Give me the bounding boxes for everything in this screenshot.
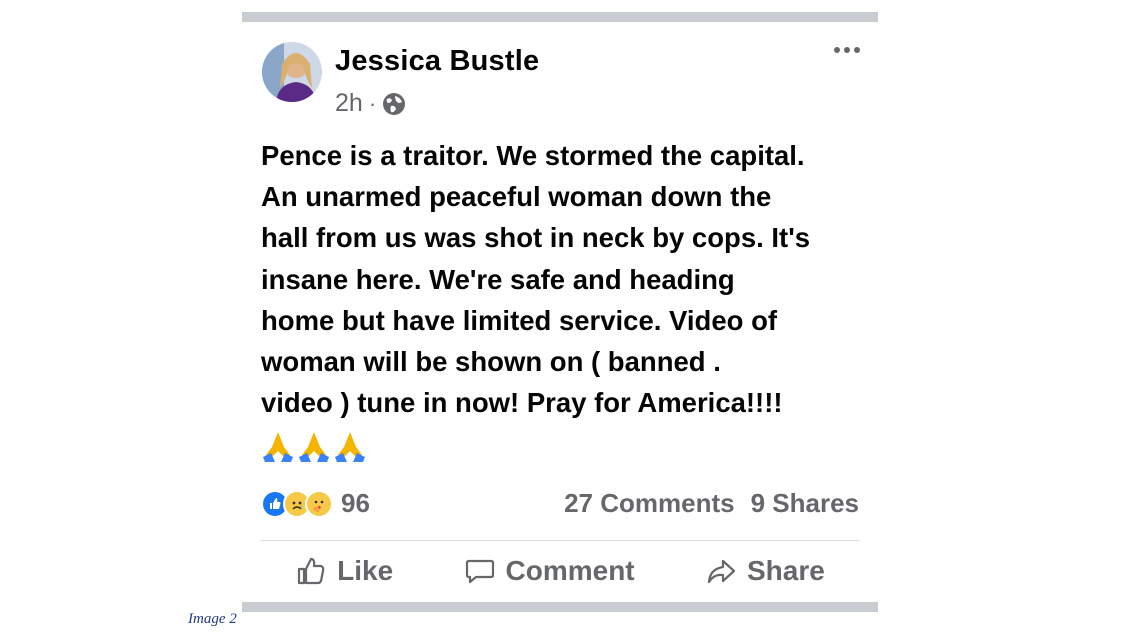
share-button[interactable]: Share	[705, 555, 825, 587]
comment-button[interactable]: Comment	[464, 555, 635, 587]
comments-count[interactable]: 27 Comments	[564, 488, 735, 519]
shares-count[interactable]: 9 Shares	[751, 488, 859, 519]
author-name[interactable]: Jessica Bustle	[335, 45, 539, 78]
image-caption: Image 2	[188, 611, 237, 627]
like-label: Like	[337, 555, 394, 586]
divider	[260, 540, 860, 541]
post-text: Pence is a traitor. We stormed the capit…	[261, 140, 811, 419]
frame-bottom-bar	[242, 602, 878, 612]
comment-label: Comment	[505, 555, 635, 586]
share-arrow-icon	[707, 559, 736, 584]
facebook-post: Jessica Bustle 2h · Pence is a traitor. …	[242, 22, 878, 602]
action-bar: Like Comment Share	[260, 550, 860, 592]
post-time[interactable]: 2h	[335, 89, 363, 118]
reaction-summary[interactable]: 96	[261, 488, 370, 519]
like-button[interactable]: Like	[295, 555, 393, 587]
folded-hands-icon	[299, 432, 329, 462]
meta-separator: ·	[368, 90, 377, 116]
care-reaction-icon	[305, 489, 333, 518]
post-meta: 2h ·	[335, 89, 406, 118]
comment-icon	[465, 559, 494, 584]
post-stats: 27 Comments 9 Shares	[564, 488, 859, 519]
emoji-row	[261, 429, 367, 463]
thumbs-up-icon	[298, 557, 325, 585]
folded-hands-icon	[335, 432, 365, 462]
folded-hands-icon	[263, 432, 293, 462]
share-label: Share	[746, 555, 825, 586]
globe-icon	[383, 92, 406, 115]
frame-top-bar	[242, 12, 878, 22]
more-options-icon[interactable]	[834, 45, 860, 55]
avatar[interactable]	[262, 42, 322, 102]
reaction-count: 96	[341, 488, 370, 518]
